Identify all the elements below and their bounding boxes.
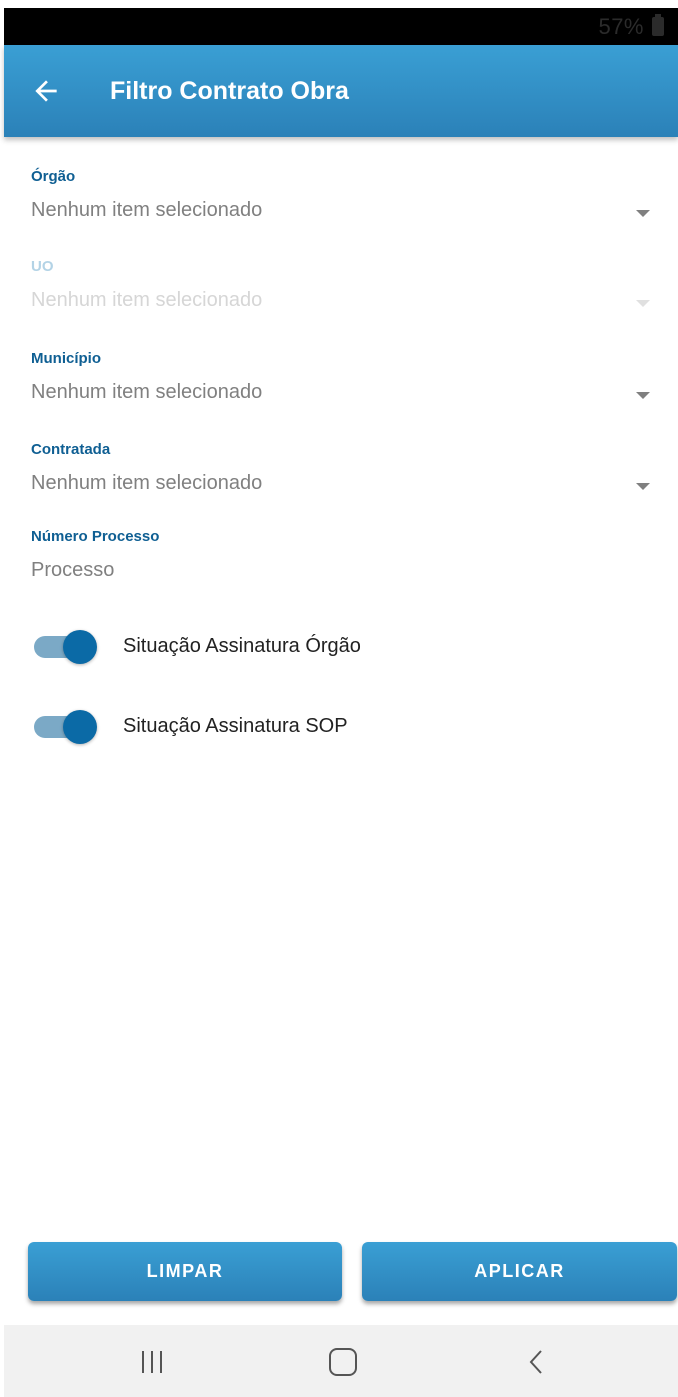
screen: 57% Filtro Contrato Obra Órgão Nenhum it…	[4, 8, 678, 1397]
system-nav-bar	[4, 1325, 678, 1397]
page-title: Filtro Contrato Obra	[110, 77, 349, 105]
nav-back-icon[interactable]	[526, 1347, 546, 1377]
municipio-label: Município	[31, 350, 101, 367]
situacao-sop-label: Situação Assinatura SOP	[123, 715, 348, 737]
toggle-thumb	[63, 630, 97, 664]
dropdown-arrow-icon	[636, 483, 650, 490]
orgao-label: Órgão	[31, 168, 76, 185]
contratada-label: Contratada	[31, 441, 111, 458]
status-bar: 57%	[4, 8, 678, 45]
orgao-value: Nenhum item selecionado	[31, 199, 263, 221]
toggle-row-orgao: Situação Assinatura Órgão	[34, 626, 634, 666]
dropdown-arrow-icon	[636, 210, 650, 217]
municipio-value: Nenhum item selecionado	[31, 381, 263, 403]
uo-dropdown: UO Nenhum item selecionado	[31, 258, 661, 312]
battery-level: 57%	[598, 14, 644, 39]
municipio-dropdown[interactable]: Município Nenhum item selecionado	[31, 350, 661, 404]
orgao-dropdown[interactable]: Órgão Nenhum item selecionado	[31, 168, 661, 222]
situacao-sop-toggle[interactable]	[34, 710, 97, 744]
situacao-orgao-label: Situação Assinatura Órgão	[123, 635, 361, 657]
contratada-value: Nenhum item selecionado	[31, 472, 263, 494]
uo-value: Nenhum item selecionado	[31, 289, 263, 311]
arrow-left-icon[interactable]	[30, 75, 62, 107]
battery-icon	[652, 14, 664, 36]
toggle-row-sop: Situação Assinatura SOP	[34, 706, 634, 746]
dropdown-arrow-icon	[636, 392, 650, 399]
dropdown-arrow-icon	[636, 300, 650, 307]
recent-apps-icon[interactable]	[140, 1351, 166, 1373]
numero-processo-label: Número Processo	[31, 528, 160, 545]
home-icon[interactable]	[329, 1348, 357, 1376]
toggle-thumb	[63, 710, 97, 744]
numero-processo-input[interactable]: Processo	[31, 558, 661, 582]
numero-processo-field[interactable]: Número Processo Processo	[31, 528, 661, 582]
situacao-orgao-toggle[interactable]	[34, 630, 97, 664]
apply-button[interactable]: APLICAR	[362, 1242, 677, 1301]
contratada-dropdown[interactable]: Contratada Nenhum item selecionado	[31, 441, 661, 495]
app-bar: Filtro Contrato Obra	[4, 45, 678, 137]
clear-button[interactable]: LIMPAR	[28, 1242, 342, 1301]
uo-label: UO	[31, 258, 54, 275]
